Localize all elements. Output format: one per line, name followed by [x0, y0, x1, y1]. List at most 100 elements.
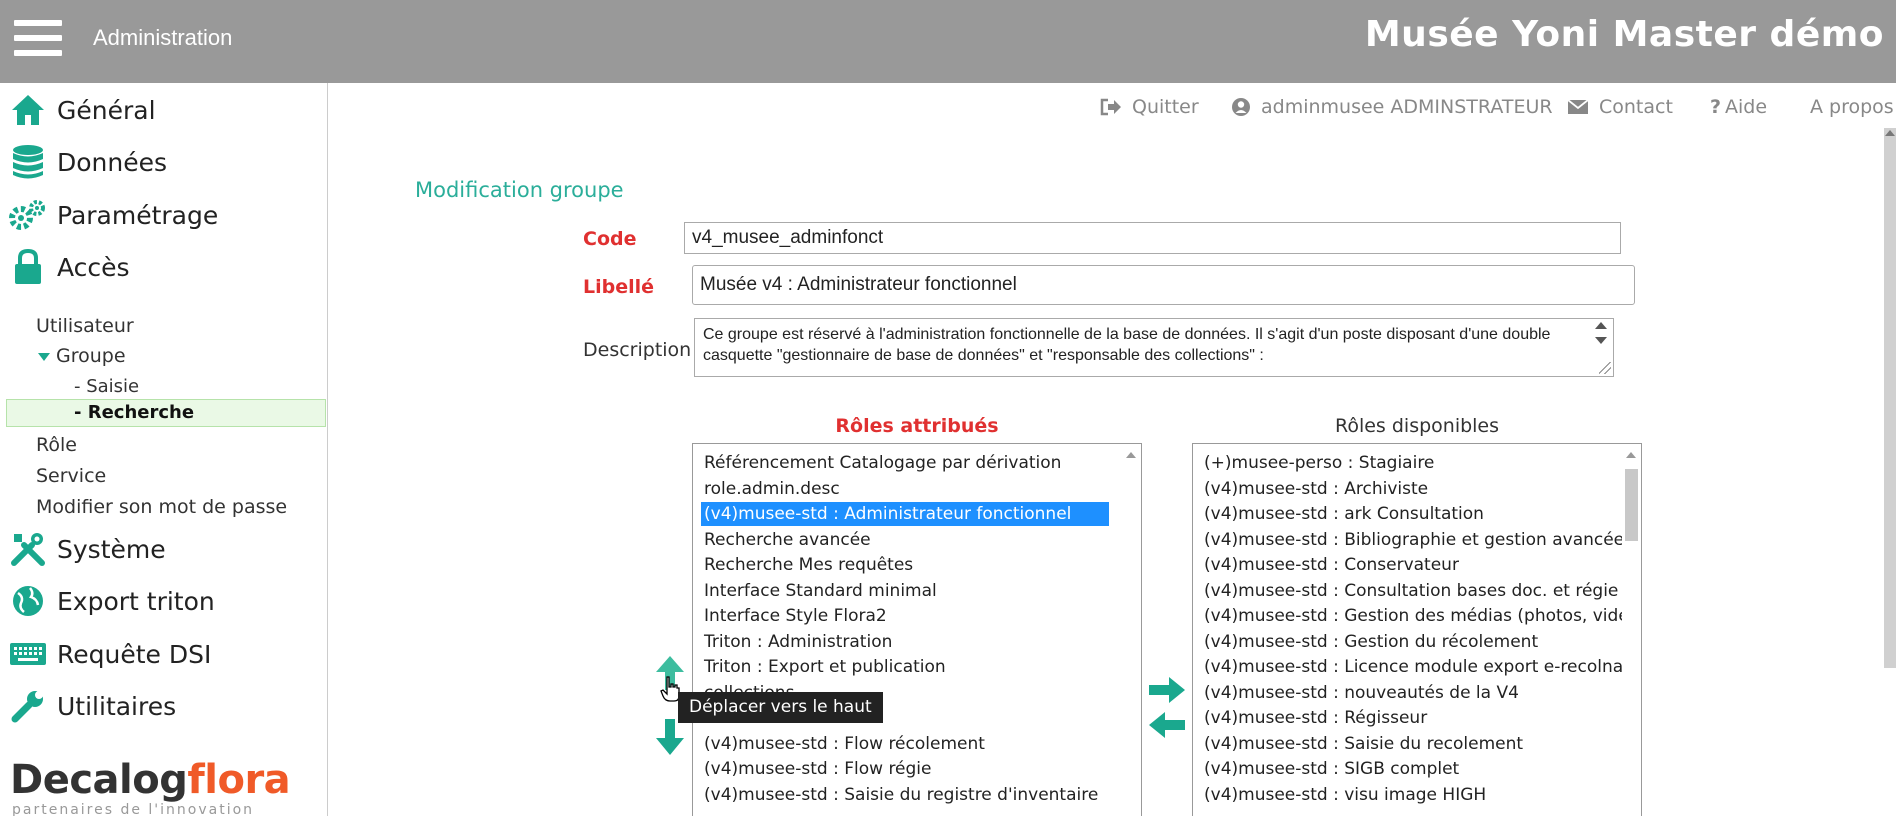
keyboard-icon — [8, 634, 48, 674]
role-option[interactable]: Triton : Export et publication — [701, 655, 1109, 679]
scrollbar-thumb[interactable] — [1625, 469, 1638, 541]
role-option[interactable]: Triton : Administration — [701, 630, 1109, 654]
scroll-up-icon[interactable] — [1626, 452, 1636, 458]
scroll-up-icon[interactable] — [1126, 452, 1136, 458]
sidebar-item-requete-dsi[interactable]: Requête DSI — [0, 634, 326, 674]
site-title: Musée Yoni Master démo — [1364, 14, 1884, 55]
contact-label: Contact — [1599, 96, 1673, 118]
role-option[interactable]: Référencement Catalogage par dérivation — [701, 451, 1109, 475]
gears-icon — [8, 195, 48, 235]
sidebar-item-label: Général — [57, 95, 156, 125]
sidebar-subitem-saisie[interactable]: - Saisie — [74, 376, 139, 397]
sidebar: Général Données Paramétrage Accès Utilis… — [0, 83, 328, 816]
app-title: Administration — [93, 25, 233, 50]
role-option[interactable]: (v4)musee-std : Consultation bases doc. … — [1201, 579, 1624, 603]
role-option[interactable]: (v4)musee-std : SIGB complet — [1201, 757, 1465, 781]
sidebar-item-donnees[interactable]: Données — [0, 142, 326, 182]
about-label: A propos — [1810, 96, 1894, 118]
sidebar-subitem-modifier-mdp[interactable]: Modifier son mot de passe — [36, 496, 287, 518]
resize-grip-icon[interactable] — [1599, 362, 1611, 374]
role-option[interactable]: role.admin.desc — [701, 477, 1109, 501]
tooltip: Déplacer vers le haut — [678, 692, 883, 723]
database-icon — [8, 142, 48, 182]
arrow-right-icon — [1149, 677, 1185, 703]
scroll-down-icon[interactable] — [1595, 337, 1607, 344]
sidebar-item-label: Requête DSI — [57, 639, 212, 669]
role-option[interactable]: (v4)musee-std : Saisie du recolement — [1201, 732, 1529, 756]
listbox-scrollbar[interactable] — [1122, 444, 1141, 816]
role-option[interactable]: (+)musee-perso : Stagiaire — [1201, 451, 1440, 475]
sidebar-item-systeme[interactable]: Système — [0, 529, 326, 569]
description-text: Ce groupe est réservé à l'administration… — [703, 326, 1551, 364]
role-option[interactable]: (v4)musee-std : Gestion des médias (phot… — [1201, 604, 1641, 628]
sidebar-item-parametrage[interactable]: Paramétrage — [0, 195, 326, 235]
role-option[interactable]: (v4)musee-std : Flow récolement — [701, 732, 1109, 756]
code-label: Code — [583, 228, 637, 250]
about-link[interactable]: A propos — [1810, 96, 1894, 118]
listbox-scrollbar[interactable] — [1622, 444, 1641, 816]
libelle-input[interactable]: Musée v4 : Administrateur fonctionnel — [692, 265, 1635, 305]
roles-disponibles-title: Rôles disponibles — [1334, 415, 1500, 437]
globe-icon — [8, 581, 48, 621]
home-icon — [8, 90, 48, 130]
role-option[interactable]: (v4)musee-std : visu image HIGH — [1201, 783, 1492, 807]
role-option[interactable]: (v4)musee-std : Régisseur — [1201, 706, 1433, 730]
description-textarea[interactable]: Ce groupe est réservé à l'administration… — [694, 318, 1614, 377]
code-input[interactable]: v4_musee_adminfonct — [684, 222, 1621, 254]
role-option[interactable]: Recherche avancée — [701, 528, 1109, 552]
app-window: Administration Musée Yoni Master démo Gé… — [0, 0, 1896, 816]
sidebar-item-label: Données — [57, 147, 168, 177]
add-role-button[interactable] — [1148, 676, 1186, 708]
role-option[interactable]: (v4)musee-std : nouveautés de la V4 — [1201, 681, 1525, 705]
role-option[interactable]: Interface Standard minimal — [701, 579, 1109, 603]
role-option[interactable]: (v4)musee-std : Conservateur — [1201, 553, 1465, 577]
arrow-down-icon — [656, 719, 684, 755]
scroll-up-icon[interactable] — [1885, 130, 1895, 136]
roles-attribues-listbox[interactable]: (v4)musee-std : Saisie du registre d'inv… — [692, 443, 1142, 816]
sidebar-item-label: Accès — [57, 252, 130, 282]
lock-icon — [8, 247, 48, 287]
user-label: adminmusee ADMINSTRATEUR — [1261, 96, 1553, 118]
quit-label: Quitter — [1132, 96, 1199, 118]
role-option[interactable]: (v4)musee-std : Gestion du récolement — [1201, 630, 1544, 654]
roles-disponibles-listbox[interactable]: (v4)musee-std : visu image HIGH (v4)musee… — [1192, 443, 1642, 816]
sidebar-item-export-triton[interactable]: Export triton — [0, 581, 326, 621]
role-option[interactable]: (v4)musee-std : Administrateur fonctionn… — [701, 502, 1109, 526]
envelope-icon — [1567, 99, 1589, 115]
role-option[interactable]: Interface Style Flora2 — [701, 604, 1109, 628]
page-scrollbar[interactable] — [1884, 128, 1896, 668]
role-option[interactable]: (v4)musee-std : ark Consultation — [1201, 502, 1490, 526]
remove-role-button[interactable] — [1148, 711, 1186, 743]
role-option[interactable]: (v4)musee-std : Bibliographie et gestion… — [1201, 528, 1641, 552]
scroll-up-icon[interactable] — [1595, 322, 1607, 329]
sidebar-item-label: Système — [57, 534, 166, 564]
tools-icon — [8, 529, 48, 569]
contact-link[interactable]: Contact — [1567, 96, 1673, 118]
role-option[interactable]: (v4)musee-std : Flow régie — [701, 757, 1109, 781]
sidebar-item-label: Paramétrage — [57, 200, 219, 230]
sidebar-item-general[interactable]: Général — [0, 90, 326, 130]
sidebar-item-acces[interactable]: Accès — [0, 247, 326, 287]
wrench-icon — [8, 686, 48, 726]
move-down-button[interactable] — [655, 718, 685, 760]
sidebar-subitem-utilisateur[interactable]: Utilisateur — [36, 315, 134, 337]
sidebar-subitem-recherche[interactable]: - Recherche — [74, 402, 194, 423]
roles-attribues-title: Rôles attribués — [835, 415, 999, 437]
help-label: Aide — [1725, 96, 1768, 118]
caret-down-icon[interactable] — [38, 353, 50, 361]
role-option[interactable]: (v4)musee-std : Saisie du registre d'inv… — [701, 783, 1109, 807]
sidebar-subitem-service[interactable]: Service — [36, 465, 106, 487]
quit-link[interactable]: Quitter — [1100, 96, 1199, 118]
role-option[interactable]: (v4)musee-std : Licence module export e-… — [1201, 655, 1636, 679]
role-option[interactable]: Recherche Mes requêtes — [701, 553, 1109, 577]
sidebar-subitem-groupe[interactable]: Groupe — [56, 345, 126, 367]
role-option[interactable]: (v4)musee-std : Archiviste — [1201, 477, 1434, 501]
sidebar-item-utilitaires[interactable]: Utilitaires — [0, 686, 326, 726]
description-label: Description — [583, 339, 692, 361]
sidebar-item-label: Export triton — [57, 586, 215, 616]
logo-tagline: partenaires de l'innovation — [12, 802, 255, 816]
sidebar-subitem-role[interactable]: Rôle — [36, 434, 77, 456]
help-link[interactable]: ? Aide — [1710, 96, 1767, 118]
hamburger-menu-icon[interactable] — [14, 20, 62, 56]
user-link[interactable]: adminmusee ADMINSTRATEUR — [1231, 96, 1553, 118]
